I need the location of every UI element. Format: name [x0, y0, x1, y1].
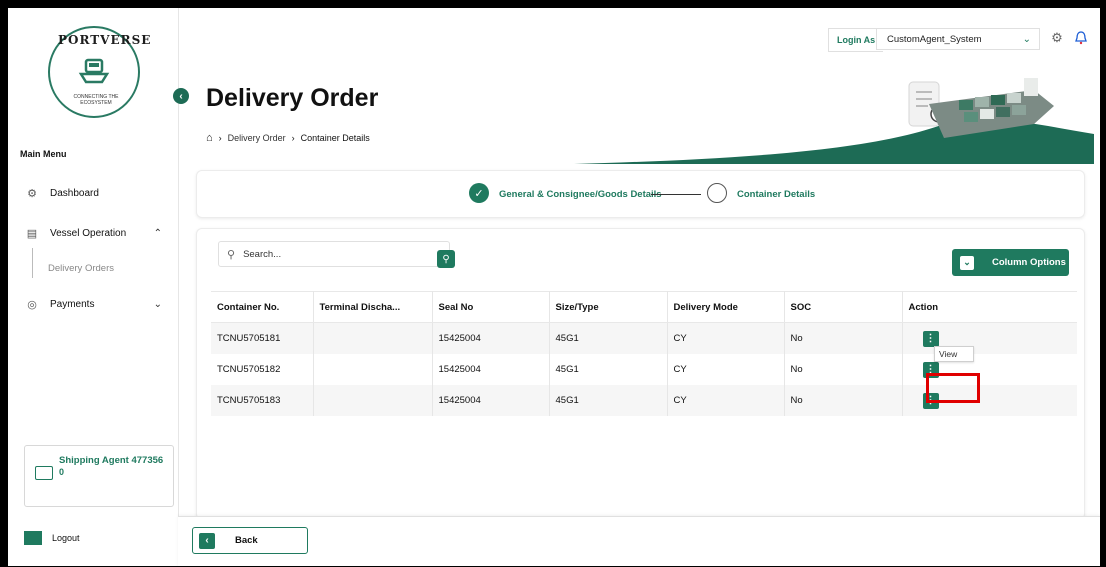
- breadcrumb-container-details: Container Details: [300, 133, 370, 143]
- table-header-row: Container No. Terminal Discha... Seal No…: [211, 291, 1077, 323]
- sidebar-item-label: Payments: [50, 298, 95, 310]
- login-as-label: Login As: [828, 28, 884, 52]
- cell-seal-no: 15425004: [432, 322, 550, 354]
- cell-delivery-mode: CY: [667, 322, 785, 354]
- cell-size-type: 45G1: [549, 322, 668, 354]
- breadcrumb: ⌂ › Delivery Order › Container Details: [206, 132, 370, 144]
- app-frame: PORTVERSE CONNECTING THE ECOSYSTEM Main …: [8, 8, 1100, 566]
- cell-terminal: [313, 354, 433, 385]
- sidebar-item-label: Vessel Operation: [50, 227, 127, 239]
- chevron-down-icon: ⌄: [960, 255, 974, 270]
- sidebar-item-label: Delivery Orders: [48, 262, 114, 274]
- column-options-label: Column Options: [992, 257, 1066, 268]
- sidebar-item-label: Dashboard: [50, 187, 99, 199]
- step-container-label[interactable]: Container Details: [737, 189, 815, 200]
- kebab-menu-icon[interactable]: ⋮: [922, 330, 939, 347]
- step-pending-icon: [707, 183, 727, 203]
- logout-button[interactable]: Logout: [24, 531, 80, 545]
- search-icon: ⚲: [227, 248, 236, 261]
- role-value: CustomAgent_System: [887, 33, 982, 45]
- sidebar-item-delivery-orders[interactable]: Delivery Orders: [8, 255, 178, 281]
- cell-soc: No: [784, 322, 903, 354]
- role-select[interactable]: CustomAgent_System ⌄: [876, 28, 1040, 50]
- cell-container-no: TCNU5705182: [211, 354, 314, 385]
- back-button[interactable]: ‹ Back: [192, 527, 308, 554]
- progress-stepper: ✓ General & Consignee/Goods Details Cont…: [196, 170, 1085, 218]
- back-label: Back: [235, 535, 258, 546]
- sidebar-item-payments[interactable]: ◎ Payments ⌄: [8, 291, 178, 317]
- cell-terminal: [313, 322, 433, 354]
- chevron-right-icon: ›: [291, 133, 295, 143]
- column-header: Action: [902, 291, 1077, 323]
- cell-delivery-mode: CY: [667, 385, 785, 416]
- breadcrumb-delivery-order[interactable]: Delivery Order: [228, 133, 286, 143]
- search-button[interactable]: ⚲: [437, 250, 455, 268]
- home-icon[interactable]: ⌂: [206, 132, 213, 144]
- sidebar-item-dashboard[interactable]: ⚙ Dashboard: [8, 180, 178, 206]
- chevron-right-icon: ›: [218, 133, 222, 143]
- main-menu-label: Main Menu: [20, 149, 67, 159]
- cell-size-type: 45G1: [549, 385, 668, 416]
- stepper-connector: [651, 194, 701, 195]
- sidebar-item-vessel-operation[interactable]: ▤ Vessel Operation ⌃: [8, 220, 178, 246]
- gear-icon[interactable]: ⚙: [1048, 28, 1066, 48]
- column-header[interactable]: Size/Type: [549, 291, 668, 323]
- column-header[interactable]: Delivery Mode: [667, 291, 785, 323]
- step-general-label[interactable]: General & Consignee/Goods Details: [499, 189, 662, 200]
- logo-tagline: CONNECTING THE ECOSYSTEM: [73, 94, 119, 106]
- footer-bar: ‹ Back: [178, 516, 1100, 566]
- sidebar-collapse-button[interactable]: ‹: [173, 88, 189, 104]
- agent-card[interactable]: Shipping Agent 477356 0: [24, 445, 174, 507]
- column-header[interactable]: SOC: [784, 291, 903, 323]
- cell-container-no: TCNU5705183: [211, 385, 314, 416]
- search-input[interactable]: [241, 247, 436, 261]
- logout-icon: [24, 531, 42, 545]
- column-header[interactable]: Seal No: [432, 291, 550, 323]
- ship-illustration: [574, 78, 1094, 164]
- cell-soc: No: [784, 385, 903, 416]
- cell-container-no: TCNU5705181: [211, 322, 314, 354]
- cell-size-type: 45G1: [549, 354, 668, 385]
- column-header[interactable]: Container No.: [211, 291, 314, 323]
- chevron-up-icon: ⌃: [153, 227, 162, 239]
- cell-soc: No: [784, 354, 903, 385]
- search-box: ⚲: [218, 241, 450, 267]
- check-icon: ✓: [469, 183, 489, 203]
- cell-action: ⋮: [902, 322, 1077, 354]
- dashboard-icon: ⚙: [27, 187, 37, 200]
- cell-delivery-mode: CY: [667, 354, 785, 385]
- column-options-button[interactable]: ⌄ Column Options: [952, 249, 1069, 276]
- logout-label: Logout: [52, 533, 80, 543]
- bell-icon[interactable]: [1072, 28, 1090, 48]
- cell-seal-no: 15425004: [432, 385, 550, 416]
- column-header[interactable]: Terminal Discha...: [313, 291, 433, 323]
- view-menu-item[interactable]: View: [934, 346, 974, 362]
- cell-seal-no: 15425004: [432, 354, 550, 385]
- agent-icon: [35, 466, 53, 480]
- cell-terminal: [313, 385, 433, 416]
- highlight-box: [926, 373, 980, 403]
- ship-icon: [78, 58, 110, 84]
- sidebar: PORTVERSE CONNECTING THE ECOSYSTEM Main …: [8, 8, 179, 566]
- page-title: Delivery Order: [206, 84, 379, 112]
- container-table-card: ⚲ ⚲ ⌄ Column Options Container No. Termi…: [196, 228, 1085, 520]
- agent-suffix: 0: [59, 467, 65, 477]
- logo-text: PORTVERSE: [58, 33, 152, 47]
- agent-name: Shipping Agent 477356: [59, 455, 164, 466]
- payment-icon: ◎: [27, 298, 37, 311]
- ship-icon: ▤: [26, 227, 38, 240]
- chevron-down-icon: ⌄: [1022, 33, 1031, 45]
- chevron-left-icon: ‹: [199, 532, 215, 549]
- chevron-down-icon: ⌄: [153, 298, 162, 310]
- portverse-logo: PORTVERSE CONNECTING THE ECOSYSTEM: [48, 26, 152, 118]
